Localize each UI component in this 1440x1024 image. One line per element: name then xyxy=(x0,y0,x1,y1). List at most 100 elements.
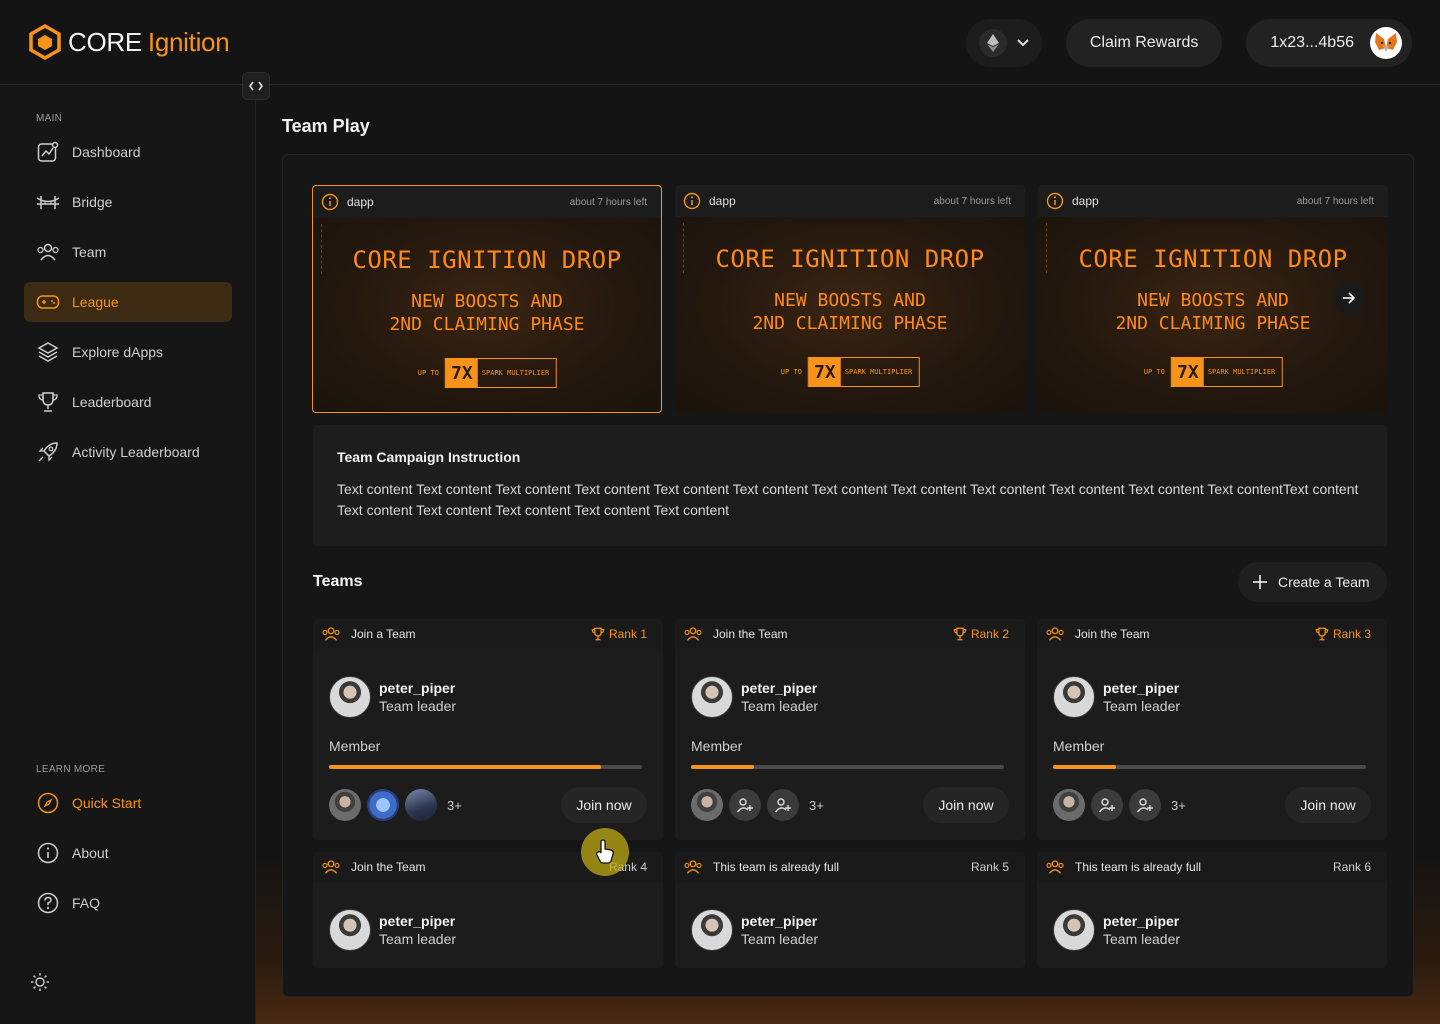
team-card: This team is already full Rank 5 peter_p… xyxy=(675,852,1025,968)
users-icon xyxy=(1046,860,1064,874)
add-member-icon[interactable] xyxy=(1091,789,1123,821)
add-member-icon[interactable] xyxy=(729,789,761,821)
member-avatars: 3+ xyxy=(1053,789,1186,821)
join-now-button[interactable]: Join now xyxy=(923,787,1009,823)
add-member-icon[interactable] xyxy=(767,789,799,821)
campaign-banner[interactable]: dapp about 7 hours left CORE IGNITION DR… xyxy=(312,185,662,413)
trophy-icon xyxy=(591,627,605,641)
carousel-next-button[interactable] xyxy=(1333,282,1365,314)
more-members-count: 3+ xyxy=(809,797,824,813)
sidebar-item-team[interactable]: Team xyxy=(24,232,232,272)
progress-fill xyxy=(1053,765,1116,769)
avatar xyxy=(405,789,437,821)
team-rank: Rank 2 xyxy=(953,627,1009,641)
brand-ignition: Ignition xyxy=(147,26,230,57)
info-icon xyxy=(36,841,60,865)
sidebar-item-label: Bridge xyxy=(72,194,113,210)
sidebar-item-leaderboard[interactable]: Leaderboard xyxy=(24,382,232,422)
member-progress-bar xyxy=(691,765,1004,769)
leader-name: peter_piper xyxy=(1103,680,1180,696)
avatar xyxy=(691,909,733,951)
avatar xyxy=(691,789,723,821)
ethereum-icon xyxy=(978,29,1007,57)
avatar xyxy=(1053,789,1085,821)
collapse-sidebar-button[interactable] xyxy=(242,72,270,100)
brand-logo[interactable]: CORE Ignition xyxy=(28,24,230,60)
sidebar-item-label: About xyxy=(72,845,109,861)
join-now-button[interactable]: Join now xyxy=(561,787,647,823)
banner-image: CORE IGNITION DROP NEW BOOSTS AND 2ND CLA… xyxy=(313,218,661,412)
main-content: Team Play dapp about 7 hours left CORE I… xyxy=(256,86,1440,1024)
team-leader: peter_piper Team leader xyxy=(329,909,456,951)
page-title: Team Play xyxy=(282,116,370,136)
team-leader: peter_piper Team leader xyxy=(1053,909,1180,951)
sidebar-item-quick-start[interactable]: Quick Start xyxy=(24,783,232,823)
avatar xyxy=(329,909,371,951)
sidebar-item-about[interactable]: About xyxy=(24,833,232,873)
avatar xyxy=(329,789,361,821)
team-card: Join a Team Rank 1 peter_piper Team leade… xyxy=(313,619,663,840)
sidebar-item-faq[interactable]: FAQ xyxy=(24,883,232,923)
instruction-body: Text content Text content Text content T… xyxy=(337,481,1359,518)
core-hex-icon xyxy=(29,24,61,60)
team-leader: peter_piper Team leader xyxy=(329,676,456,718)
create-team-label: Create a Team xyxy=(1278,574,1370,590)
sidebar-item-label: Team xyxy=(72,244,107,260)
info-icon xyxy=(321,193,339,211)
banner-time-left: about 7 hours left xyxy=(933,195,1011,207)
team-status: This team is already full xyxy=(1075,860,1202,874)
team-card: This team is already full Rank 6 peter_p… xyxy=(1037,852,1387,968)
banner-multiplier: UP TO 7X SPARK MULTIPLIER xyxy=(418,358,557,388)
banner-image: CORE IGNITION DROP NEW BOOSTS AND 2ND CLA… xyxy=(675,217,1025,413)
team-rank: Rank 3 xyxy=(1315,627,1371,641)
leader-role: Team leader xyxy=(1103,931,1181,947)
avatar xyxy=(691,676,733,718)
team-play-panel: dapp about 7 hours left CORE IGNITION DR… xyxy=(282,154,1414,997)
campaign-instruction: Team Campaign Instruction Text content T… xyxy=(313,425,1387,546)
team-status: Join the Team xyxy=(351,860,426,874)
sidebar-item-dashboard[interactable]: Dashboard xyxy=(24,132,232,172)
team-card: Join the Team Rank 2 peter_piper Team lea… xyxy=(675,619,1025,840)
create-team-button[interactable]: Create a Team xyxy=(1238,562,1387,602)
more-members-count: 3+ xyxy=(1171,797,1186,813)
team-rank: Rank 6 xyxy=(1332,860,1371,874)
avatar xyxy=(329,676,371,718)
rocket-icon xyxy=(36,440,60,464)
banner-headline: CORE IGNITION DROP xyxy=(1078,245,1348,273)
banner-headline: CORE IGNITION DROP xyxy=(352,246,622,274)
instruction-title: Team Campaign Instruction xyxy=(337,449,521,465)
sidebar-section-main: MAIN xyxy=(36,113,63,124)
teams-heading: Teams xyxy=(313,573,363,590)
chain-selector[interactable] xyxy=(965,19,1042,67)
sidebar-item-label: Leaderboard xyxy=(72,394,152,410)
sidebar-item-activity-leaderboard[interactable]: Activity Leaderboard xyxy=(24,432,232,472)
banner-time-left: about 7 hours left xyxy=(1296,195,1374,207)
sidebar-item-explore-dapps[interactable]: Explore dApps xyxy=(24,332,232,372)
sidebar-item-bridge[interactable]: Bridge xyxy=(24,182,232,222)
banner-multiplier: UP TO 7X SPARK MULTIPLIER xyxy=(1144,357,1283,387)
banner-tag: dapp xyxy=(1072,194,1099,208)
team-leader: peter_piper Team leader xyxy=(691,909,818,951)
claim-rewards-button[interactable]: Claim Rewards xyxy=(1065,19,1223,67)
trophy-icon xyxy=(1315,627,1329,641)
brand-core: CORE xyxy=(68,26,142,57)
wallet-button[interactable]: 1x23...4b56 xyxy=(1246,19,1412,67)
sidebar-item-league[interactable]: League xyxy=(24,282,232,322)
leader-role: Team leader xyxy=(1103,698,1181,714)
sidebar-item-label: FAQ xyxy=(72,895,101,911)
leader-role: Team leader xyxy=(379,698,457,714)
trophy-icon xyxy=(36,390,60,414)
team-status: This team is already full xyxy=(713,860,840,874)
member-label: Member xyxy=(691,738,743,754)
code-arrows-icon xyxy=(249,81,263,91)
theme-toggle-sun-icon[interactable] xyxy=(30,972,50,992)
layers-icon xyxy=(36,340,60,364)
banner-headline: CORE IGNITION DROP xyxy=(715,245,985,273)
member-progress-bar xyxy=(329,765,642,769)
add-member-icon[interactable] xyxy=(1129,789,1161,821)
join-now-button[interactable]: Join now xyxy=(1285,787,1371,823)
leader-name: peter_piper xyxy=(379,680,456,696)
banner-subheadline: NEW BOOSTS AND 2ND CLAIMING PHASE xyxy=(752,290,948,334)
campaign-banner[interactable]: dapp about 7 hours left CORE IGNITION DR… xyxy=(675,185,1025,413)
team-card: Join the Team Rank 3 peter_piper Team lea… xyxy=(1037,619,1387,840)
